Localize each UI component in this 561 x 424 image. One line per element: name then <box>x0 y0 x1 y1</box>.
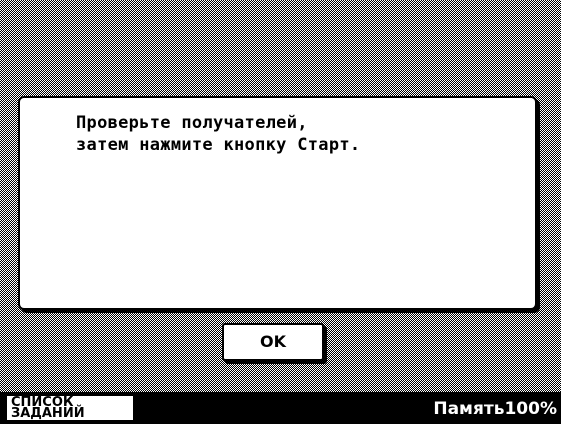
copier-screen: Проверьте получателей, затем нажмите кно… <box>0 0 561 424</box>
dialog-message-line-1: Проверьте получателей, <box>76 113 308 133</box>
job-list-label-line-2: ЗАДАНИЙ <box>11 406 85 421</box>
ok-button[interactable]: OK <box>222 323 324 361</box>
memory-status: Память100% <box>433 399 557 419</box>
job-list-button[interactable]: СПИСОК ЗАДАНИЙ <box>6 395 134 421</box>
dialog-message-line-2: затем нажмите кнопку Старт. <box>76 135 361 155</box>
dialog-message: Проверьте получателей, затем нажмите кно… <box>76 112 360 156</box>
message-dialog: Проверьте получателей, затем нажмите кно… <box>18 96 537 310</box>
